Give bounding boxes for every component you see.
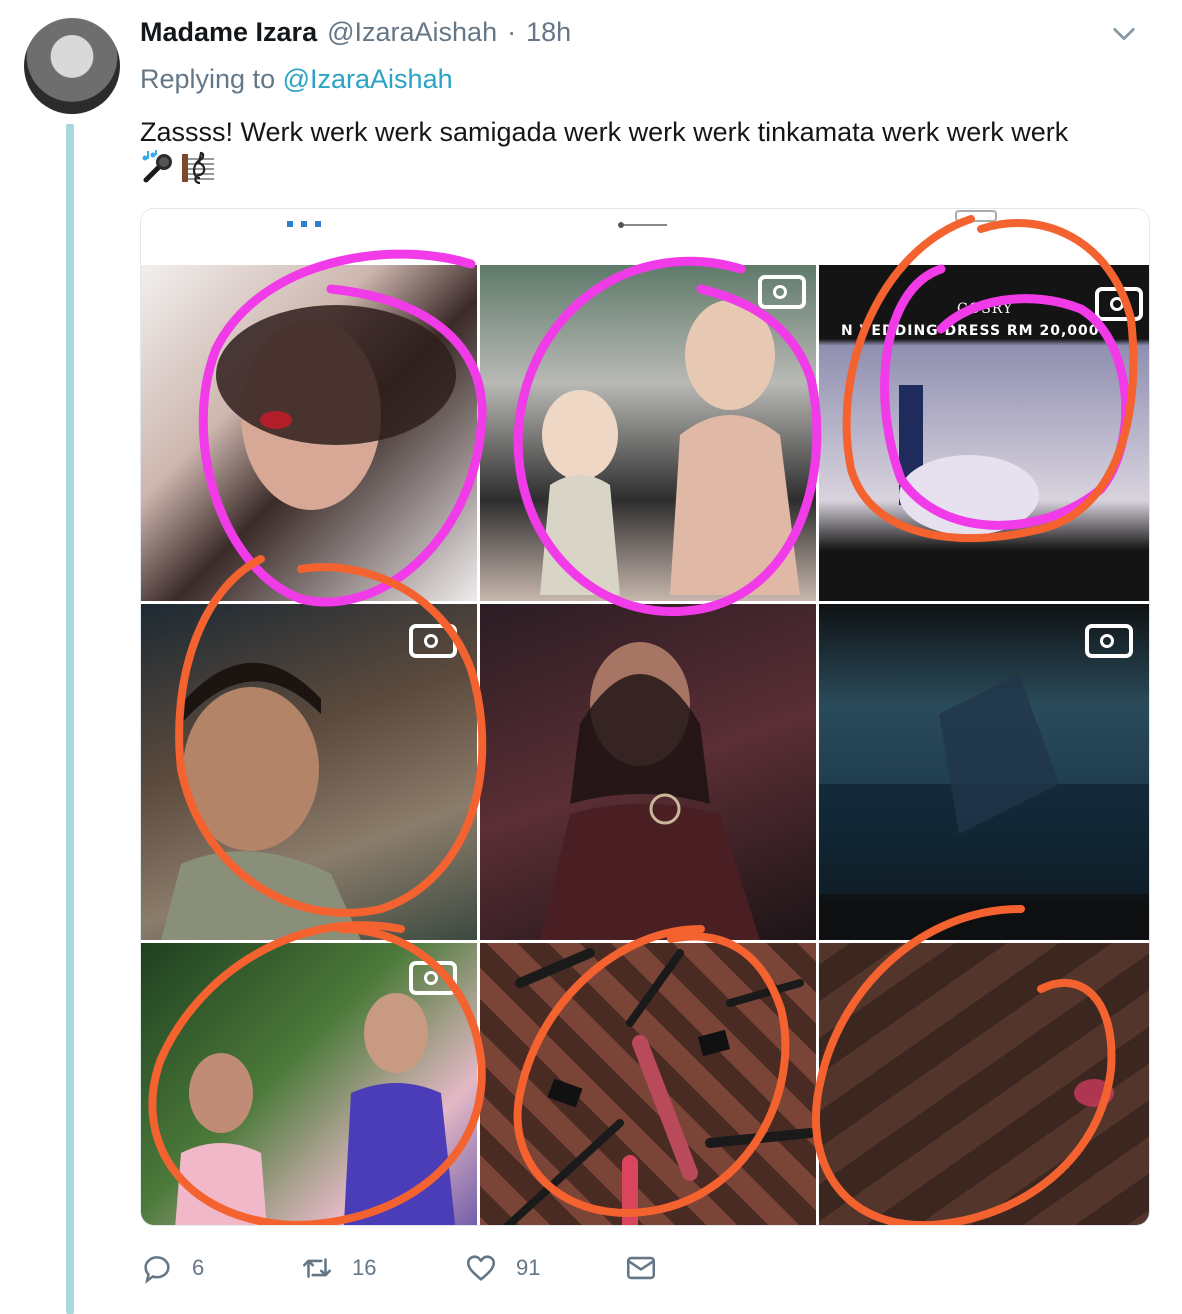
woman-shape <box>540 642 760 940</box>
video-camera-icon <box>1085 624 1133 658</box>
chocolate-bars-shape <box>1074 1079 1114 1107</box>
grid-photo-5[interactable] <box>480 604 816 940</box>
grid-photo-8[interactable] <box>480 943 816 1225</box>
reply-action[interactable]: 6 <box>140 1251 204 1285</box>
author-avatar[interactable] <box>24 18 120 114</box>
screenshot-topbar <box>141 209 1149 265</box>
grid-photo-3[interactable]: COSRY N VEDDING DRESS RM 20,000 <box>819 265 1149 601</box>
grid-photo-2[interactable] <box>480 265 816 601</box>
grid-photo-9[interactable] <box>819 943 1149 1225</box>
video-camera-icon <box>758 275 806 309</box>
like-count: 91 <box>516 1255 541 1280</box>
grid-photo-6[interactable] <box>819 604 1149 940</box>
separator-dot: · <box>507 16 517 47</box>
topbar-icons <box>287 210 997 228</box>
video-camera-icon <box>1095 287 1143 321</box>
grid-photo-4[interactable] <box>141 604 477 940</box>
video-camera-icon <box>409 624 457 658</box>
retweet-action[interactable]: 16 <box>300 1251 376 1285</box>
retweet-icon[interactable] <box>300 1251 334 1285</box>
replying-to: Replying to @IzaraAishah <box>140 64 453 95</box>
author-handle[interactable]: @IzaraAishah <box>327 17 497 48</box>
grid-photo-1[interactable] <box>141 265 477 601</box>
microphone-icon <box>142 150 172 183</box>
reply-count: 6 <box>192 1255 205 1280</box>
musical-score-icon <box>182 151 214 185</box>
message-action[interactable] <box>624 1251 658 1285</box>
retweet-count: 16 <box>352 1255 377 1280</box>
replying-handle-link[interactable]: @IzaraAishah <box>283 64 453 94</box>
tweet-time[interactable]: 18h <box>526 17 571 48</box>
like-action[interactable]: 91 <box>464 1251 540 1285</box>
tweet-media-image[interactable]: COSRY N VEDDING DRESS RM 20,000 <box>140 208 1150 1226</box>
scene-shape <box>540 300 800 595</box>
lipsticks-shape <box>502 948 815 1225</box>
envelope-icon[interactable] <box>624 1251 658 1285</box>
portrait-shape <box>216 305 456 510</box>
thread-line <box>66 124 74 1314</box>
tweet-header: Madame Izara @IzaraAishah · 18h <box>140 14 571 50</box>
author-name[interactable]: Madame Izara <box>140 17 317 48</box>
heart-icon[interactable] <box>464 1251 498 1285</box>
replying-prefix: Replying to <box>140 64 276 94</box>
grid-photo-7[interactable] <box>141 943 477 1225</box>
tweet-text: Zassss! Werk werk werk samigada werk wer… <box>140 117 1069 147</box>
chevron-down-icon[interactable] <box>1110 20 1138 48</box>
photo-grid: COSRY N VEDDING DRESS RM 20,000 <box>141 265 1149 1225</box>
tweet-emojis <box>140 150 216 186</box>
reply-icon[interactable] <box>140 1251 174 1285</box>
video-camera-icon <box>409 961 457 995</box>
